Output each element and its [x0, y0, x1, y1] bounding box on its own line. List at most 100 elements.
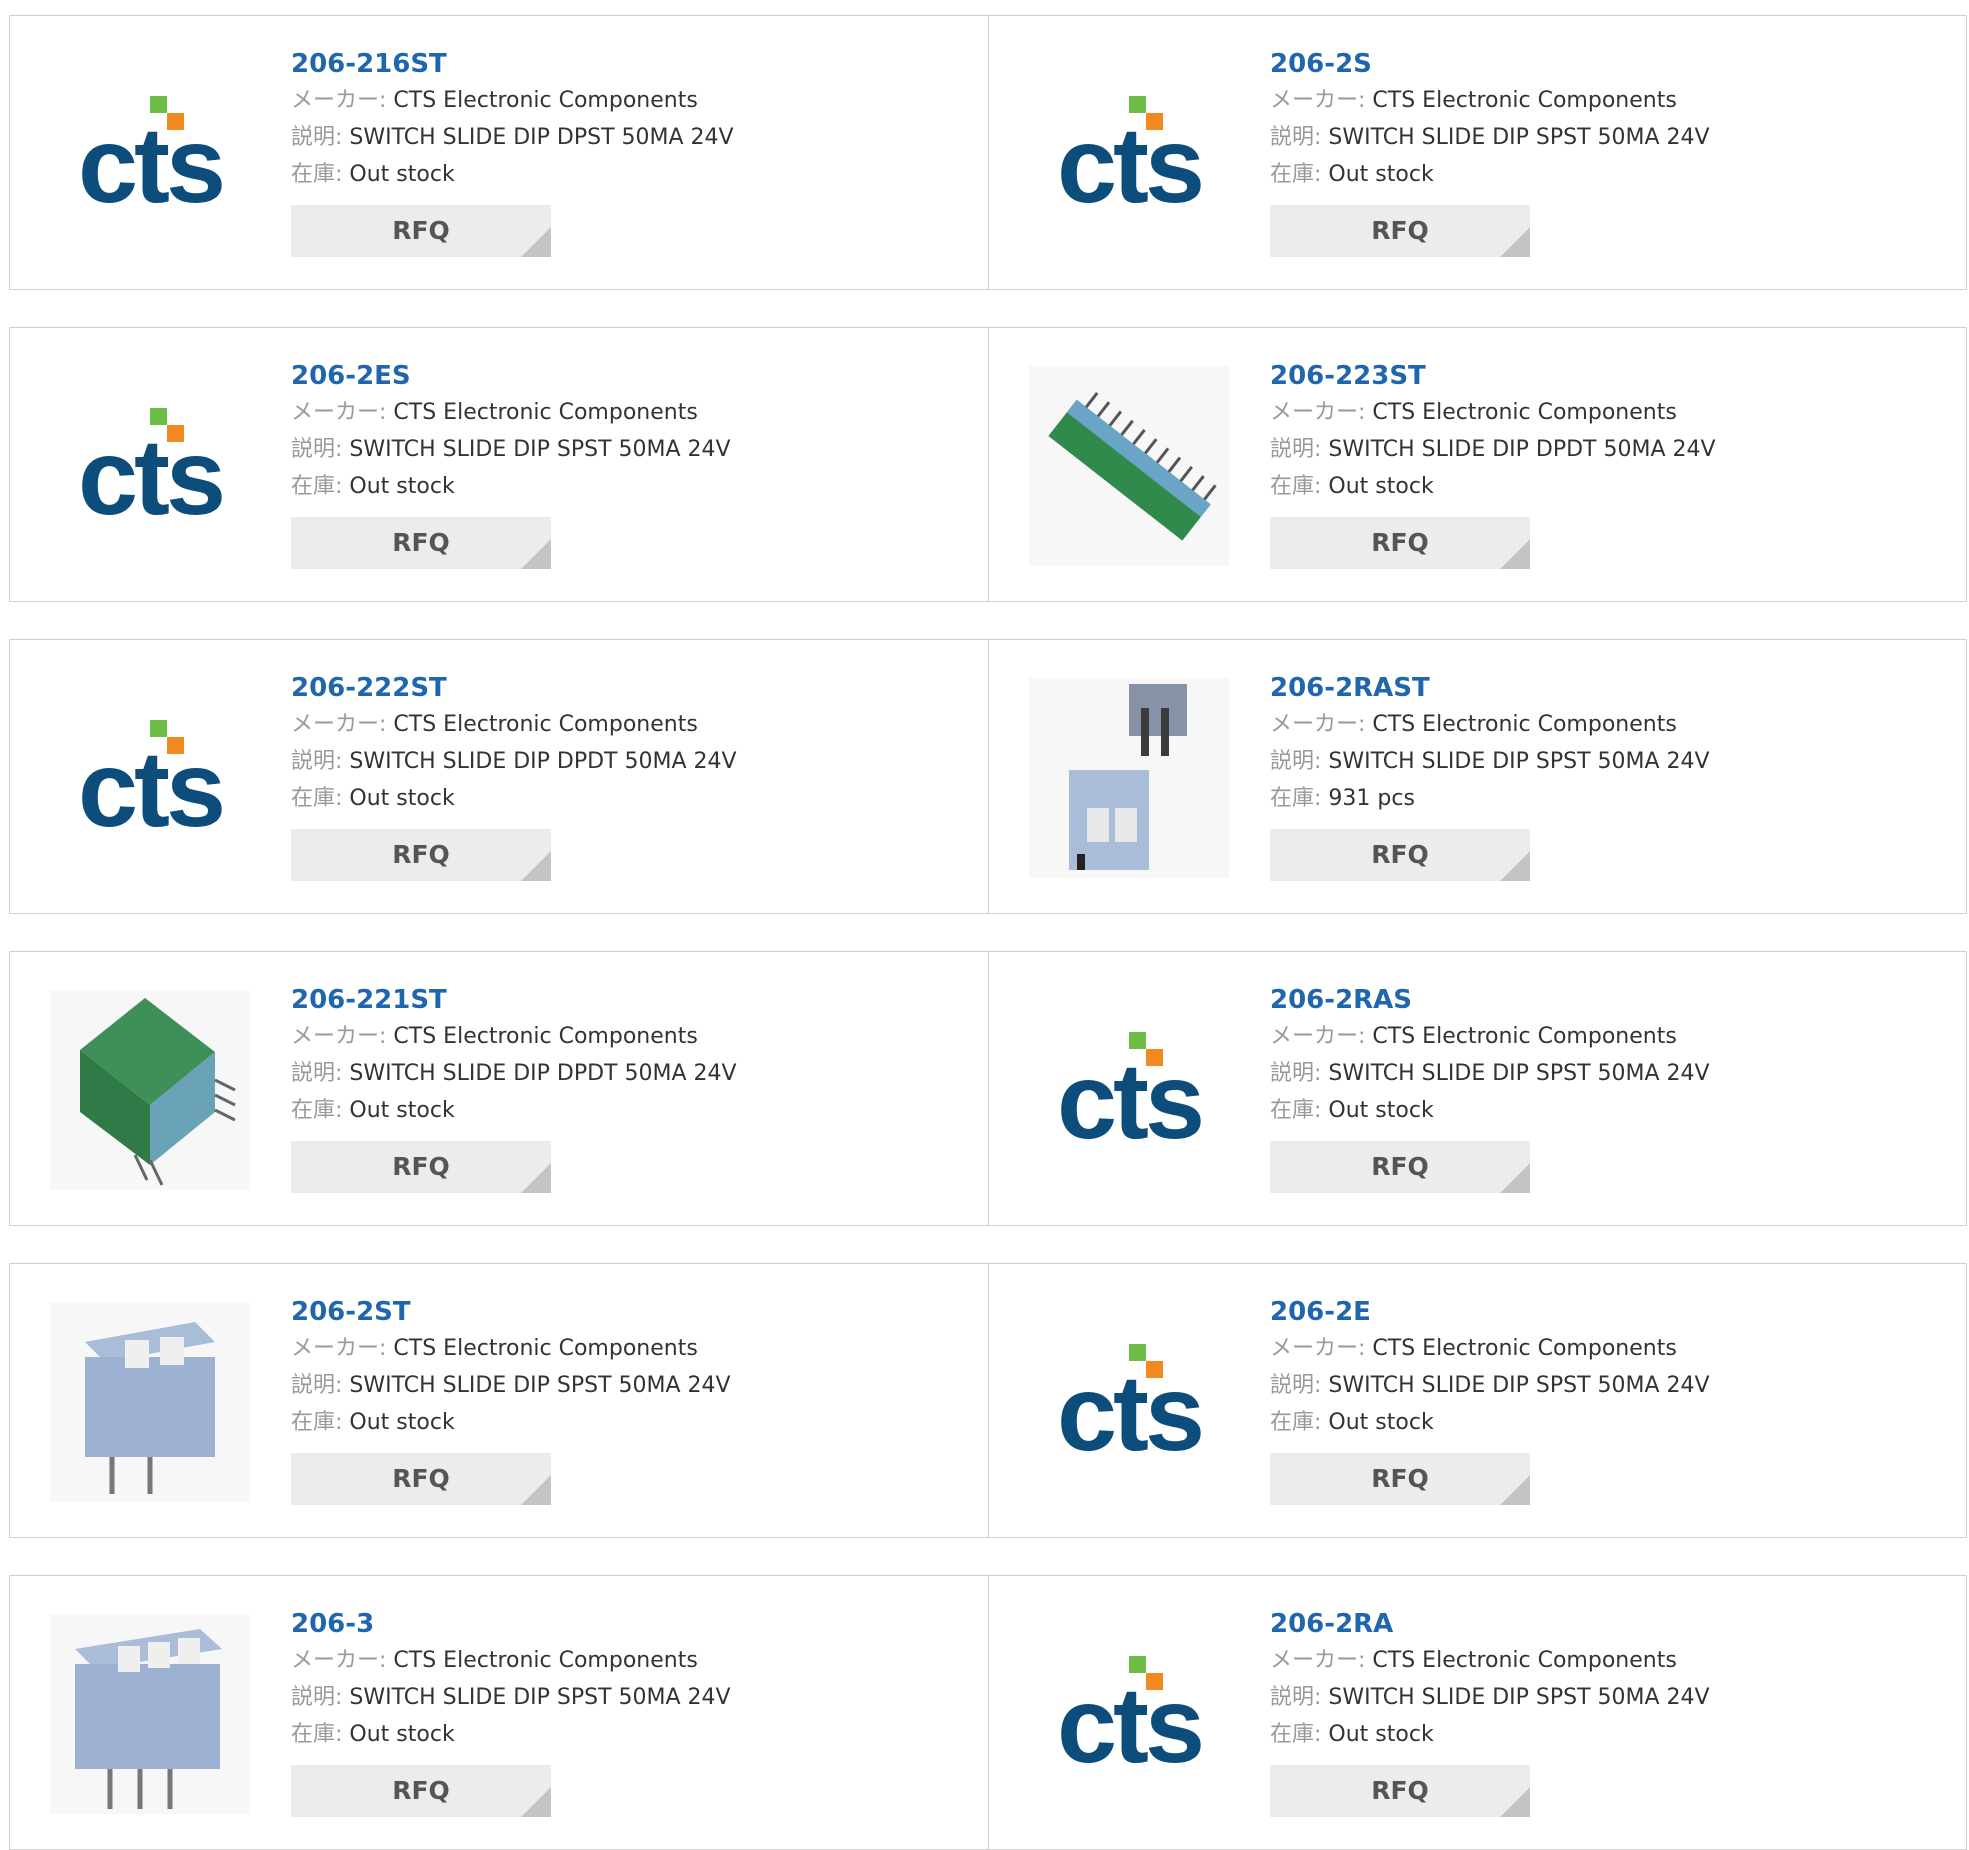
product-image[interactable]	[1029, 678, 1229, 878]
blue-dip-switch-icon	[50, 1302, 250, 1502]
description-line: 説明: SWITCH SLIDE DIP SPST 50MA 24V	[1270, 1679, 1710, 1716]
part-number-link[interactable]: 206-2S	[1270, 46, 1710, 82]
product-image[interactable]	[50, 990, 250, 1190]
stock-line: 在庫: Out stock	[1270, 468, 1716, 505]
product-image[interactable]: cts	[1029, 990, 1229, 1190]
part-number-link[interactable]: 206-2E	[1270, 1294, 1710, 1330]
part-number-link[interactable]: 206-2ST	[291, 1294, 731, 1330]
manufacturer-value: CTS Electronic Components	[393, 400, 698, 425]
product-info: 206-2E メーカー: CTS Electronic Components 説…	[1270, 1294, 1710, 1505]
stock-line: 在庫: Out stock	[291, 780, 737, 817]
product-card: 206-3 メーカー: CTS Electronic Components 説明…	[10, 1576, 988, 1849]
svg-text:cts: cts	[78, 416, 222, 537]
rfq-button[interactable]: RFQ	[291, 1453, 551, 1505]
description-value: SWITCH SLIDE DIP DPDT 50MA 24V	[349, 749, 737, 774]
product-image[interactable]: cts	[50, 366, 250, 566]
corner-triangle-icon	[521, 227, 551, 257]
manufacturer-line: メーカー: CTS Electronic Components	[291, 706, 737, 743]
product-image[interactable]: cts	[50, 678, 250, 878]
manufacturer-value: CTS Electronic Components	[1372, 1024, 1677, 1049]
part-number-link[interactable]: 206-222ST	[291, 670, 737, 706]
cts-logo-icon: cts	[78, 96, 226, 225]
rfq-label: RFQ	[392, 1776, 450, 1805]
rfq-button[interactable]: RFQ	[291, 1141, 551, 1193]
description-line: 説明: SWITCH SLIDE DIP SPST 50MA 24V	[1270, 743, 1710, 780]
part-number-link[interactable]: 206-223ST	[1270, 358, 1716, 394]
product-image[interactable]	[50, 1302, 250, 1502]
product-image[interactable]: cts	[50, 54, 250, 254]
product-image[interactable]: cts	[1029, 1614, 1229, 1814]
stock-value: Out stock	[1328, 162, 1434, 187]
product-info: 206-222ST メーカー: CTS Electronic Component…	[291, 670, 737, 881]
description-value: SWITCH SLIDE DIP SPST 50MA 24V	[1328, 1373, 1710, 1398]
stock-label: 在庫:	[291, 1410, 343, 1435]
description-line: 説明: SWITCH SLIDE DIP SPST 50MA 24V	[1270, 1367, 1710, 1404]
product-image[interactable]: cts	[1029, 54, 1229, 254]
corner-triangle-icon	[1500, 539, 1530, 569]
manufacturer-value: CTS Electronic Components	[1372, 1648, 1677, 1673]
rfq-button[interactable]: RFQ	[1270, 205, 1530, 257]
rfq-label: RFQ	[1371, 1464, 1429, 1493]
corner-triangle-icon	[1500, 1787, 1530, 1817]
stock-value: Out stock	[349, 1098, 455, 1123]
product-image[interactable]	[1029, 366, 1229, 566]
description-value: SWITCH SLIDE DIP DPDT 50MA 24V	[1328, 437, 1716, 462]
description-label: 説明:	[1270, 1685, 1322, 1710]
manufacturer-line: メーカー: CTS Electronic Components	[291, 1642, 731, 1679]
part-number-link[interactable]: 206-2RAST	[1270, 670, 1710, 706]
description-value: SWITCH SLIDE DIP DPDT 50MA 24V	[349, 1061, 737, 1086]
description-line: 説明: SWITCH SLIDE DIP DPST 50MA 24V	[291, 119, 734, 156]
manufacturer-line: メーカー: CTS Electronic Components	[291, 82, 734, 119]
stock-line: 在庫: Out stock	[291, 1092, 737, 1129]
stock-line: 在庫: 931 pcs	[1270, 780, 1710, 817]
stock-label: 在庫:	[291, 474, 343, 499]
part-number-link[interactable]: 206-3	[291, 1606, 731, 1642]
cts-logo-icon: cts	[1057, 1344, 1205, 1473]
cts-logo-icon: cts	[78, 720, 226, 849]
product-info: 206-3 メーカー: CTS Electronic Components 説明…	[291, 1606, 731, 1817]
corner-triangle-icon	[1500, 1475, 1530, 1505]
corner-triangle-icon	[521, 1475, 551, 1505]
stock-line: 在庫: Out stock	[1270, 1092, 1710, 1129]
part-number-link[interactable]: 206-2RA	[1270, 1606, 1710, 1642]
part-number-link[interactable]: 206-2ES	[291, 358, 731, 394]
rfq-button[interactable]: RFQ	[291, 517, 551, 569]
manufacturer-value: CTS Electronic Components	[1372, 400, 1677, 425]
rfq-button[interactable]: RFQ	[291, 205, 551, 257]
product-image[interactable]: cts	[1029, 1302, 1229, 1502]
product-row: 206-2ST メーカー: CTS Electronic Components …	[9, 1263, 1967, 1538]
product-info: 206-2RA メーカー: CTS Electronic Components …	[1270, 1606, 1710, 1817]
description-label: 説明:	[1270, 1373, 1322, 1398]
product-info: 206-223ST メーカー: CTS Electronic Component…	[1270, 358, 1716, 569]
part-number-link[interactable]: 206-2RAS	[1270, 982, 1710, 1018]
product-image[interactable]	[50, 1614, 250, 1814]
part-number-link[interactable]: 206-221ST	[291, 982, 737, 1018]
rfq-button[interactable]: RFQ	[1270, 1141, 1530, 1193]
manufacturer-value: CTS Electronic Components	[393, 712, 698, 737]
description-value: SWITCH SLIDE DIP DPST 50MA 24V	[349, 125, 734, 150]
svg-text:cts: cts	[1057, 1040, 1201, 1161]
green-dip-switch-icon	[1029, 366, 1229, 566]
part-number-link[interactable]: 206-216ST	[291, 46, 734, 82]
rfq-label: RFQ	[1371, 840, 1429, 869]
rfq-button[interactable]: RFQ	[291, 829, 551, 881]
description-line: 説明: SWITCH SLIDE DIP SPST 50MA 24V	[1270, 1055, 1710, 1092]
stock-value: Out stock	[1328, 1722, 1434, 1747]
stock-value: Out stock	[349, 786, 455, 811]
manufacturer-label: メーカー:	[291, 712, 387, 737]
rfq-button[interactable]: RFQ	[1270, 1453, 1530, 1505]
rfq-label: RFQ	[1371, 1776, 1429, 1805]
product-card: cts 206-222ST メーカー: CTS Electronic Compo…	[10, 640, 988, 913]
description-label: 説明:	[291, 1685, 343, 1710]
description-line: 説明: SWITCH SLIDE DIP SPST 50MA 24V	[291, 1367, 731, 1404]
rfq-label: RFQ	[392, 840, 450, 869]
rfq-label: RFQ	[392, 1152, 450, 1181]
product-info: 206-2ES メーカー: CTS Electronic Components …	[291, 358, 731, 569]
rfq-button[interactable]: RFQ	[1270, 829, 1530, 881]
rfq-button[interactable]: RFQ	[291, 1765, 551, 1817]
stock-value: Out stock	[349, 1722, 455, 1747]
rfq-button[interactable]: RFQ	[1270, 1765, 1530, 1817]
rfq-button[interactable]: RFQ	[1270, 517, 1530, 569]
svg-text:cts: cts	[1057, 1352, 1201, 1473]
manufacturer-label: メーカー:	[1270, 1336, 1366, 1361]
